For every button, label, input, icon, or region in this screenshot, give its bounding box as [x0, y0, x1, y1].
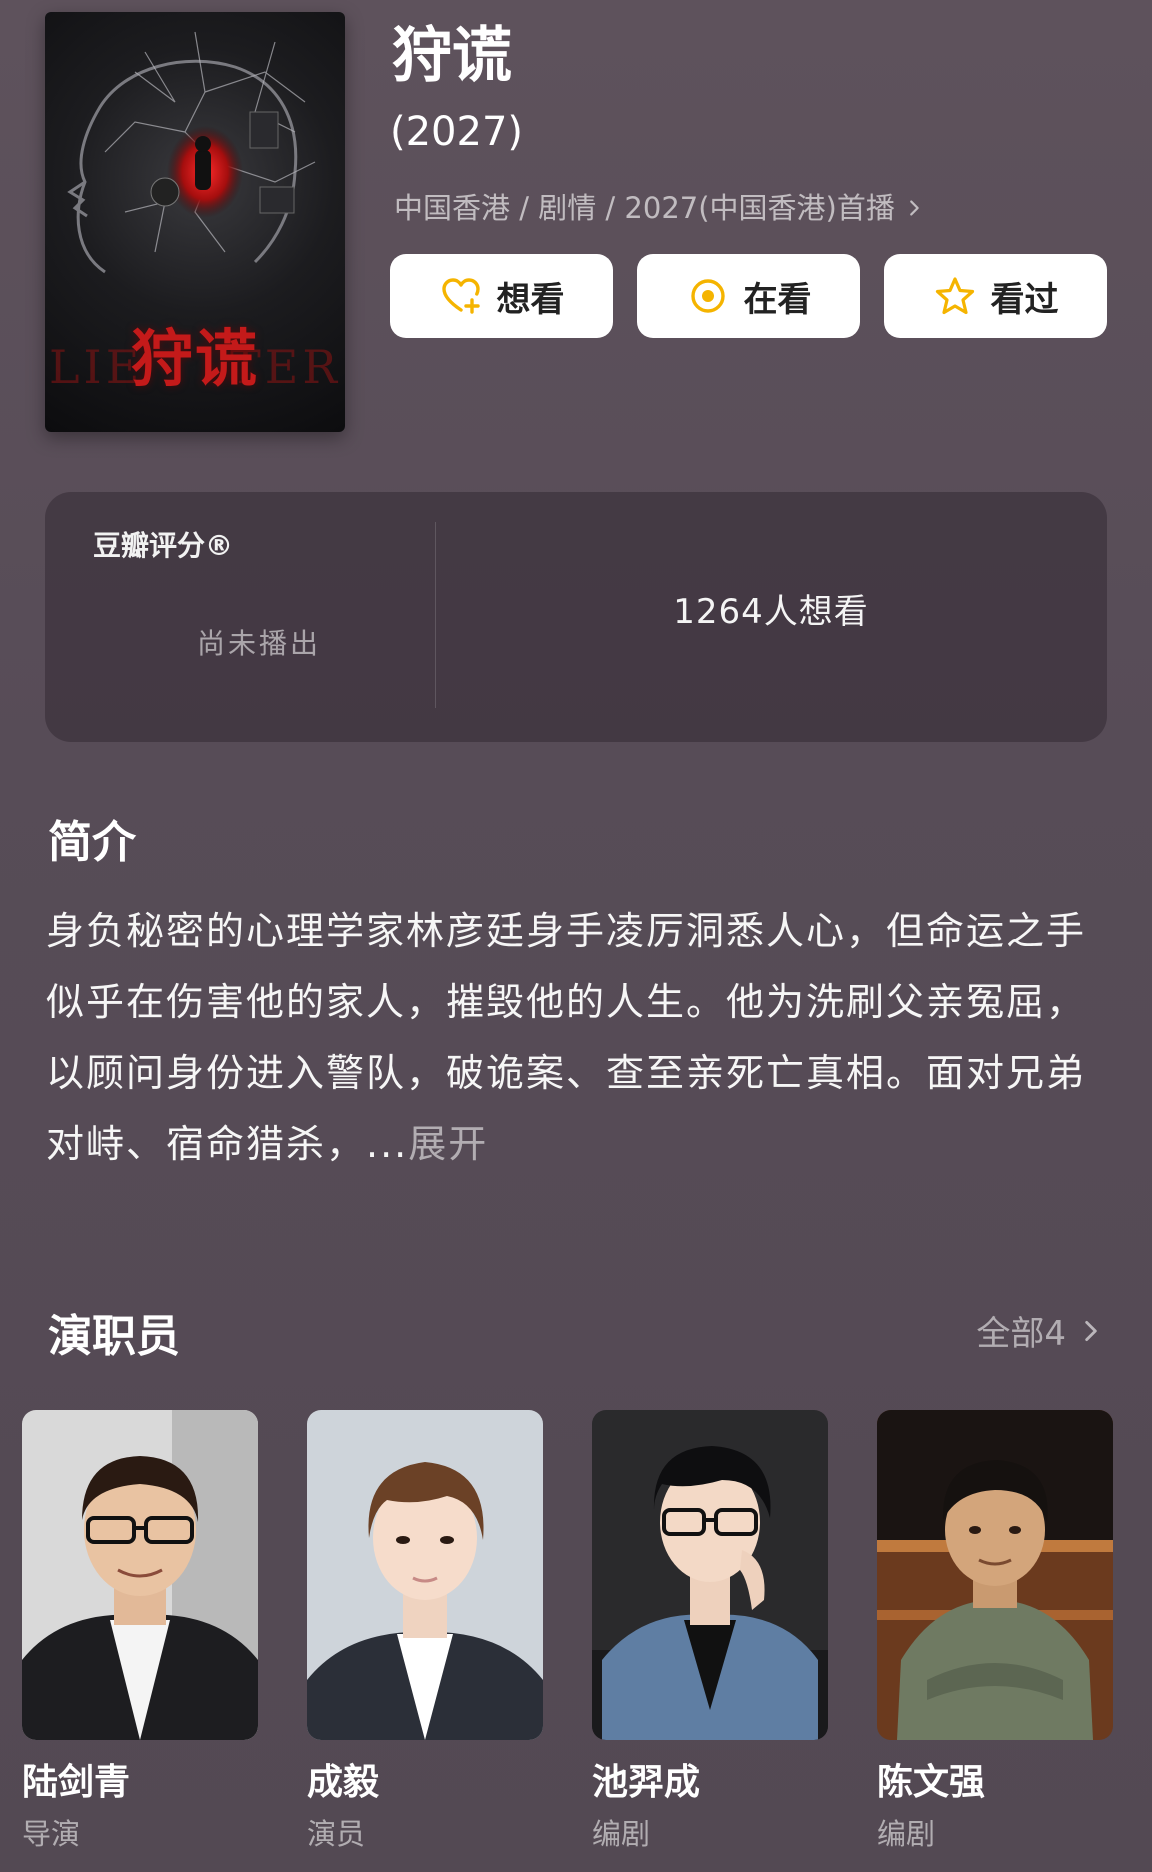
cast-list: 陆剑青 导演 成毅 演员 池羿成 编剧 陈文强 编剧: [22, 1410, 1113, 1854]
movie-meta-text: 中国香港 / 剧情 / 2027(中国香港)首播: [394, 191, 895, 225]
cast-all-link[interactable]: 全部4: [976, 1306, 1104, 1355]
cast-name: 陈文强: [877, 1762, 986, 1803]
star-icon: [935, 277, 974, 315]
wish-count: 1264人想看: [673, 592, 869, 632]
poster-title: 狩谎: [130, 322, 259, 395]
rating-label: 豆瓣评分®: [93, 529, 234, 562]
cast-role: 编剧: [592, 1817, 651, 1851]
chevron-right-icon: [910, 200, 919, 216]
watched-button[interactable]: 看过: [884, 254, 1107, 338]
chevron-right-icon: [1085, 1320, 1097, 1341]
cast-role: 编剧: [877, 1817, 936, 1851]
cast-title: 演职员: [48, 1311, 180, 1362]
cast-photo: [307, 1410, 543, 1740]
intro-expand-link[interactable]: 展开: [408, 1122, 488, 1166]
movie-meta-link[interactable]: 中国香港 / 剧情 / 2027(中国香港)首播: [394, 186, 925, 230]
intro-body: 身负秘密的心理学家林彦廷身手凌厉洞悉人心，但命运之手似乎在伤害他的家人，摧毁他的…: [46, 909, 1087, 1166]
intro-text: 身负秘密的心理学家林彦廷身手凌厉洞悉人心，但命运之手似乎在伤害他的家人，摧毁他的…: [46, 896, 1086, 1180]
cast-card[interactable]: 成毅 演员: [307, 1410, 543, 1854]
movie-year: (2027): [390, 109, 524, 155]
want-to-watch-button[interactable]: 想看: [390, 254, 613, 338]
cast-card[interactable]: 陈文强 编剧: [877, 1410, 1113, 1854]
heart-plus-icon: [441, 278, 480, 314]
intro-title: 简介: [48, 817, 136, 868]
movie-poster[interactable]: LIE TER 狩谎: [45, 12, 345, 432]
cast-name: 陆剑青: [22, 1762, 131, 1803]
cast-card[interactable]: 池羿成 编剧: [592, 1410, 828, 1854]
cast-all-label: 全部4: [976, 1314, 1066, 1354]
watching-button[interactable]: 在看: [637, 254, 860, 338]
cast-photo: [877, 1410, 1113, 1740]
target-icon: [690, 279, 725, 313]
watching-label: 在看: [743, 279, 812, 320]
cast-card[interactable]: 陆剑青 导演: [22, 1410, 258, 1854]
cast-photo: [592, 1410, 828, 1740]
cast-name: 成毅: [307, 1762, 380, 1803]
cast-role: 导演: [22, 1817, 81, 1851]
cast-photo: [22, 1410, 258, 1740]
cast-role: 演员: [307, 1817, 366, 1851]
action-buttons: 想看 在看 看过: [390, 254, 1107, 338]
cast-name: 池羿成: [592, 1762, 701, 1803]
rating-status: 尚未播出: [197, 627, 322, 660]
want-to-watch-label: 想看: [496, 279, 565, 320]
rating-card: 豆瓣评分® 尚未播出 1264人想看: [45, 492, 1107, 742]
movie-title: 狩谎: [392, 21, 512, 91]
watched-label: 看过: [990, 279, 1059, 320]
